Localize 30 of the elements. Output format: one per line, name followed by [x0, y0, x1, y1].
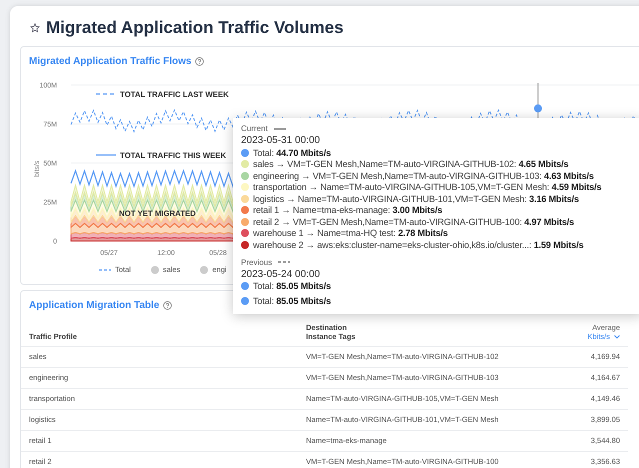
tooltip-value: retail 2 → VM=T-GEN Mesh,Name=TM-auto-VIRGINA-GITHUB-100: 4.97 Mbits/s [253, 216, 574, 226]
tooltip-value: warehouse 2 → aws:eks:cluster-name=eks-cluster-ohio,k8s.io/cluster...: 1.59 Mbits/s [253, 240, 584, 250]
panel-title: Migrated Application Traffic Flows [29, 56, 192, 67]
help-icon[interactable] [163, 301, 172, 310]
page-title: Migrated Application Traffic Volumes [46, 18, 344, 38]
tooltip-value: engineering → VM=T-GEN Mesh,Name=TM-auto-VIRGINA-GITHUB-103: 4.63 Mbits/s [253, 170, 594, 180]
tooltip-date: 2023-05-24 00:00 [241, 268, 321, 280]
tooltip-value: logistics → Name=TM-auto-VIRGINA-GITHUB-101,VM=T-GEN Mesh: 3.16 Mbits/s [253, 194, 579, 204]
legend-dot-icon [200, 266, 208, 274]
help-icon[interactable] [195, 57, 204, 66]
line-style-icon [274, 126, 286, 130]
tooltip-value: transportation → Name=TM-auto-VIRGINA-GITHUB-105,VM=T-GEN Mesh: 4.59 Mbits/s [253, 182, 602, 192]
tooltip-date: 2023-05-31 00:00 [241, 135, 321, 146]
tooltip-value: sales → VM=T-GEN Mesh,Name=TM-auto-VIRGINA-GITHUB-102: 4.65 Mbits/s [253, 159, 568, 169]
annotation-line-sample [96, 93, 116, 95]
line-style-icon [278, 260, 290, 264]
tooltip-section-label: Previous [241, 258, 272, 266]
chevron-down-icon [614, 334, 620, 338]
annotation-line-sample [96, 154, 116, 156]
favorite-star-icon[interactable] [30, 23, 40, 33]
tooltip-value: Total: 85.05 Mbits/s [253, 296, 331, 306]
tooltip-value: warehouse 1 → Name=tma-HQ test: 2.78 Mbits/s [253, 228, 448, 238]
legend-dot-icon [150, 266, 159, 274]
legend-line-icon [99, 268, 111, 272]
tooltip-section-label: Current [241, 124, 268, 133]
hover-point [534, 104, 542, 112]
tooltip-value: Total: 44.70 Mbits/s [253, 148, 331, 158]
tooltip-value: retail 1 → Name=tma-eks-manage: 3.00 Mbits/s [253, 205, 442, 215]
tooltip-value: Total: 85.05 Mbits/s [253, 281, 331, 291]
panel-title: Application Migration Table [29, 300, 160, 311]
